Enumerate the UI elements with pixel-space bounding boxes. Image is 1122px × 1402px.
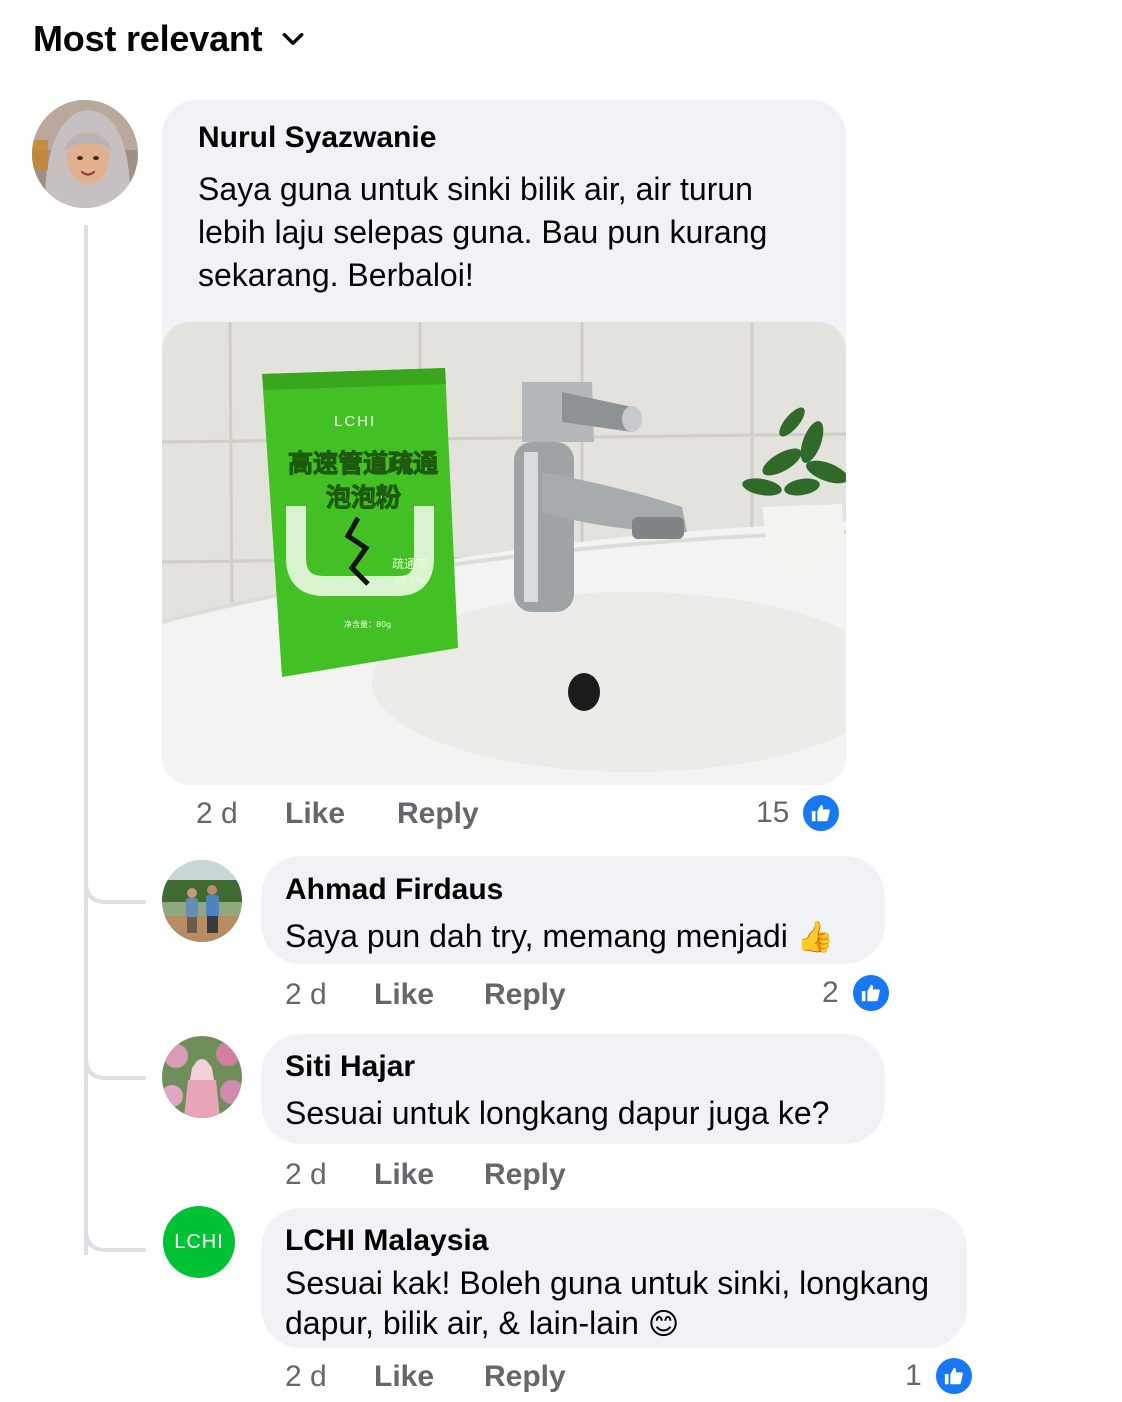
- thumbs-up-icon: [850, 973, 891, 1013]
- comment-text-line: Saya guna untuk sinki bilik air, air tur…: [198, 171, 753, 207]
- reply-author[interactable]: Ahmad Firdaus: [285, 873, 503, 907]
- pouch-title-1: 高速管道疏通: [288, 449, 438, 478]
- comment-meta: 2 d Like Reply: [196, 797, 696, 837]
- like-button[interactable]: Like: [374, 1158, 434, 1192]
- comment-author[interactable]: Nurul Syazwanie: [198, 121, 436, 155]
- thread-branch-1: [84, 850, 146, 904]
- reply-button[interactable]: Reply: [484, 978, 566, 1012]
- reply-meta: 2 d Like Reply: [285, 1158, 685, 1198]
- like-count: 1: [905, 1359, 922, 1392]
- like-button[interactable]: Like: [374, 1360, 434, 1394]
- pouch-rate-value: 99.9%*: [394, 575, 430, 587]
- pouch-brand: LCHI: [334, 413, 376, 430]
- reply-text-body: Saya pun dah try, memang menjadi: [285, 918, 788, 954]
- comment-photo[interactable]: LCHI 高速管道疏通 泡泡粉 疏通率 99.9%* 净含量：80g: [162, 322, 846, 785]
- like-count: 15: [756, 796, 790, 829]
- reply-text-line: dapur, bilik air, & lain-lain 😊: [285, 1302, 679, 1346]
- reply-text-line: Sesuai kak! Boleh guna untuk sinki, long…: [285, 1265, 929, 1301]
- reply-time[interactable]: 2 d: [285, 978, 327, 1012]
- sort-label: Most relevant: [33, 18, 263, 59]
- like-button[interactable]: Like: [374, 978, 434, 1012]
- thread-branch-3: [84, 1198, 146, 1252]
- reply-author[interactable]: LCHI Malaysia: [285, 1224, 488, 1258]
- smile-emoji: 😊: [647, 1308, 680, 1341]
- sink-photo-image: LCHI 高速管道疏通 泡泡粉 疏通率 99.9%* 净含量：80g: [162, 322, 846, 785]
- avatar[interactable]: [162, 1036, 242, 1118]
- pouch-title-2: 泡泡粉: [326, 483, 401, 512]
- avatar[interactable]: [162, 860, 242, 942]
- reaction-count[interactable]: 2: [822, 973, 891, 1013]
- thumbs-up-emoji: 👍: [796, 921, 835, 954]
- reply-time[interactable]: 2 d: [285, 1158, 327, 1192]
- reaction-count[interactable]: 15: [756, 793, 842, 833]
- comment-text-line: sekarang. Berbaloi!: [198, 257, 474, 293]
- like-button[interactable]: Like: [285, 797, 345, 831]
- thumbs-up-icon: [933, 1356, 974, 1396]
- reply-text: Saya pun dah try, memang menjadi 👍: [285, 915, 834, 959]
- pouch-rate-label: 疏通率: [392, 556, 428, 571]
- thread-line: [84, 225, 88, 1255]
- sort-dropdown[interactable]: Most relevant: [33, 18, 306, 60]
- reply-text: Sesuai untuk longkang dapur juga ke?: [285, 1095, 830, 1131]
- comment-time[interactable]: 2 d: [196, 797, 238, 831]
- reply-button[interactable]: Reply: [484, 1360, 566, 1394]
- reaction-count[interactable]: 1: [905, 1356, 974, 1396]
- pouch-weight: 净含量：80g: [344, 619, 391, 629]
- like-count: 2: [822, 976, 839, 1009]
- avatar[interactable]: [32, 100, 138, 208]
- thumbs-up-icon: [801, 793, 842, 833]
- reply-button[interactable]: Reply: [397, 797, 479, 831]
- brand-avatar-text: LCHI: [174, 1230, 224, 1253]
- reply-meta: 2 d Like Reply: [285, 1360, 685, 1400]
- comment-text-line: lebih laju selepas guna. Bau pun kurang: [198, 214, 768, 250]
- reply-author[interactable]: Siti Hajar: [285, 1050, 415, 1084]
- reply-meta: 2 d Like Reply: [285, 978, 685, 1018]
- reply-text-body: dapur, bilik air, & lain-lain: [285, 1305, 639, 1341]
- reply-time[interactable]: 2 d: [285, 1360, 327, 1394]
- thread-branch-2: [84, 1026, 146, 1080]
- brand-avatar[interactable]: LCHI: [163, 1206, 235, 1278]
- chevron-down-icon: [283, 32, 304, 46]
- reply-button[interactable]: Reply: [484, 1158, 566, 1192]
